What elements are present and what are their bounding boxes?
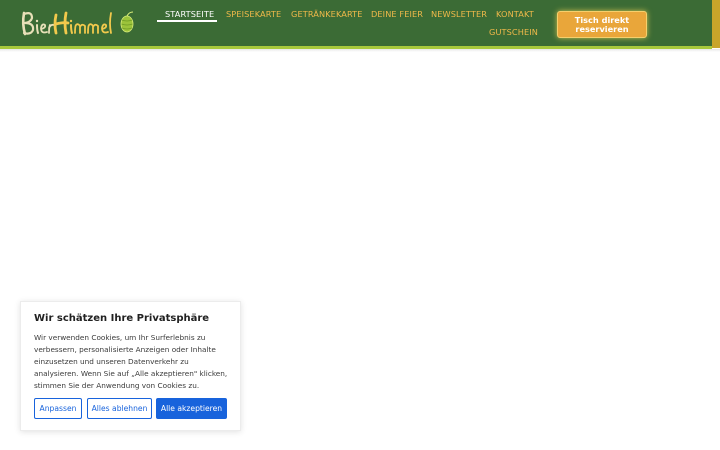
nav-active-underline — [157, 20, 217, 22]
nav-item-newsletter[interactable]: NEWSLETTER — [431, 9, 487, 19]
site-logo[interactable] — [20, 8, 140, 38]
nav-item-deine-feier[interactable]: DEINE FEIER — [371, 9, 423, 19]
logo-lettering — [21, 11, 112, 36]
cookie-description: Wir verwenden Cookies, um Ihr Surferlebn… — [34, 333, 228, 390]
cookie-customize-button[interactable]: Anpassen — [34, 398, 82, 419]
cookie-consent-banner: Wir schätzen Ihre Privatsphäre Wir verwe… — [20, 301, 241, 431]
scrollbar-strip[interactable] — [712, 0, 720, 48]
nav-item-speisekarte[interactable]: SPEISEKARTE — [226, 9, 281, 19]
nav-item-getraenkekarte[interactable]: GETRÄNKEKARTE — [291, 9, 363, 19]
cookie-accept-button[interactable]: Alle akzeptieren — [156, 398, 227, 419]
nav-item-startseite[interactable]: STARTSEITE — [165, 9, 214, 19]
reserve-button-line2: reservieren — [575, 23, 629, 34]
nav-item-gutschein[interactable]: GUTSCHEIN — [489, 27, 538, 37]
hop-icon — [120, 11, 134, 33]
cookie-reject-button[interactable]: Alles ablehnen — [87, 398, 152, 419]
header-shadow — [0, 49, 720, 52]
cookie-title: Wir schätzen Ihre Privatsphäre — [34, 313, 210, 324]
nav-item-kontakt[interactable]: KONTAKT — [496, 9, 534, 19]
reserve-table-button[interactable]: Tisch direkt reservieren — [557, 11, 647, 38]
